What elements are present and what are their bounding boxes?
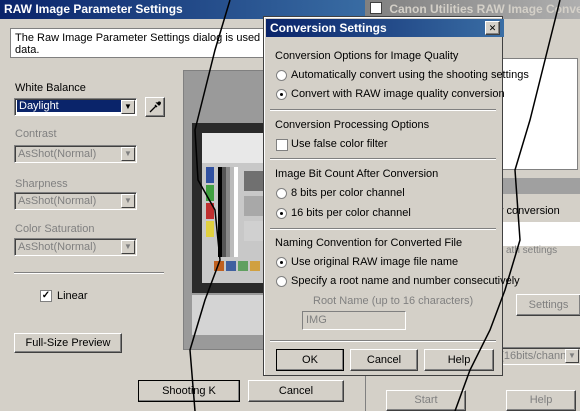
chevron-down-icon: ▼	[121, 147, 135, 161]
canon-partial-text: ath settings	[506, 245, 558, 256]
eyedropper-icon	[149, 101, 161, 113]
canon-start-label: Start	[414, 394, 438, 406]
raw-cancel-label: Cancel	[278, 385, 314, 397]
canon-help-button[interactable]: Help	[506, 390, 576, 411]
shooting-ok-label: Shooting K	[162, 385, 216, 397]
8bit-label[interactable]: 8 bits per color channel	[291, 187, 405, 199]
canon-start-button[interactable]: Start	[386, 390, 466, 411]
radio-auto-convert[interactable]	[276, 70, 287, 81]
canon-help-label: Help	[529, 394, 553, 406]
canon-white-panel-2	[496, 222, 580, 246]
close-button[interactable]: ✕	[485, 21, 500, 35]
raw-quality-label[interactable]: Convert with RAW image quality conversio…	[291, 88, 505, 100]
conversion-titlebar: Conversion Settings	[266, 19, 504, 37]
white-balance-label: White Balance	[15, 82, 86, 94]
white-balance-value: Daylight	[17, 100, 121, 112]
help-label: Help	[447, 354, 471, 366]
linear-label: Linear	[57, 290, 88, 302]
white-balance-select[interactable]: Daylight ▼	[14, 98, 137, 116]
radio-raw-quality[interactable]	[276, 89, 287, 100]
root-name-value: IMG	[306, 314, 327, 326]
raw-window-title: RAW Image Parameter Settings	[4, 2, 183, 16]
help-button[interactable]: Help	[424, 349, 494, 371]
processing-group-label: Conversion Processing Options	[275, 119, 430, 131]
conversion-title: Conversion Settings	[270, 21, 387, 35]
false-color-checkbox[interactable]	[276, 139, 288, 151]
raw-cancel-button[interactable]: Cancel	[248, 380, 344, 402]
canon-conversion-text: y conversion	[498, 205, 560, 217]
separator	[14, 272, 164, 274]
quality-group-label: Conversion Options for Image Quality	[275, 50, 459, 62]
radio-root-name[interactable]	[276, 276, 287, 287]
linear-checkbox[interactable]: ✓	[40, 290, 52, 302]
root-name-input: IMG	[302, 311, 406, 330]
sharpness-label: Sharpness	[15, 178, 68, 190]
sharpness-select: AsShot(Normal) ▼	[14, 192, 137, 210]
chevron-down-icon: ▼	[121, 194, 135, 208]
naming-group-label: Naming Convention for Converted File	[275, 237, 463, 249]
preview-frame	[183, 70, 273, 350]
radio-16bit[interactable]	[276, 208, 287, 219]
eyedropper-button[interactable]	[145, 97, 165, 117]
bitcount-group-label: Image Bit Count After Conversion	[275, 168, 439, 180]
description-box: The Raw Image Parameter Settings dialog …	[10, 28, 272, 58]
root-name-option-label[interactable]: Specify a root name and number consecuti…	[291, 275, 520, 287]
saturation-value: AsShot(Normal)	[18, 241, 97, 253]
separator	[270, 158, 496, 160]
sharpness-value: AsShot(Normal)	[18, 195, 97, 207]
color-chart-preview	[184, 71, 272, 349]
canon-settings-button[interactable]: Settings	[516, 294, 580, 316]
ok-label: OK	[302, 354, 318, 366]
separator	[270, 228, 496, 230]
separator	[270, 340, 496, 342]
separator	[270, 109, 496, 111]
root-name-label: Root Name (up to 16 characters)	[313, 295, 474, 307]
radio-8bit[interactable]	[276, 188, 287, 199]
canon-settings-label: Settings	[528, 299, 569, 311]
description-text: The Raw Image Parameter Settings dialog …	[15, 32, 271, 44]
conversion-settings-dialog: Conversion Settings ✕ Conversion Options…	[263, 16, 529, 376]
auto-convert-label[interactable]: Automatically convert using the shooting…	[291, 69, 529, 81]
16bit-label[interactable]: 16 bits per color channel	[291, 207, 411, 219]
cancel-label: Cancel	[366, 354, 402, 366]
chevron-down-icon: ▼	[565, 349, 579, 363]
saturation-label: Color Saturation	[15, 223, 95, 235]
contrast-select: AsShot(Normal) ▼	[14, 145, 137, 163]
chevron-down-icon[interactable]: ▼	[121, 100, 135, 114]
description-text-2: data.	[15, 44, 40, 56]
ok-button[interactable]: OK	[276, 349, 344, 371]
full-size-preview-label: Full-Size Preview	[25, 337, 111, 349]
canon-grey-bar	[496, 178, 580, 194]
original-name-label[interactable]: Use original RAW image file name	[291, 256, 458, 268]
canon-window-title: Canon Utilities RAW Image Converte	[389, 2, 580, 16]
false-color-label[interactable]: Use false color filter	[291, 138, 388, 150]
radio-original-name[interactable]	[276, 257, 287, 268]
full-size-preview-button[interactable]: Full-Size Preview	[14, 333, 122, 353]
saturation-select: AsShot(Normal) ▼	[14, 238, 137, 256]
contrast-label: Contrast	[15, 128, 57, 140]
canon-app-icon	[370, 2, 382, 14]
contrast-value: AsShot(Normal)	[18, 148, 97, 160]
cancel-button[interactable]: Cancel	[350, 349, 418, 371]
close-icon: ✕	[488, 23, 497, 33]
chevron-down-icon: ▼	[121, 240, 135, 254]
shooting-ok-button[interactable]: Shooting K	[138, 380, 240, 402]
